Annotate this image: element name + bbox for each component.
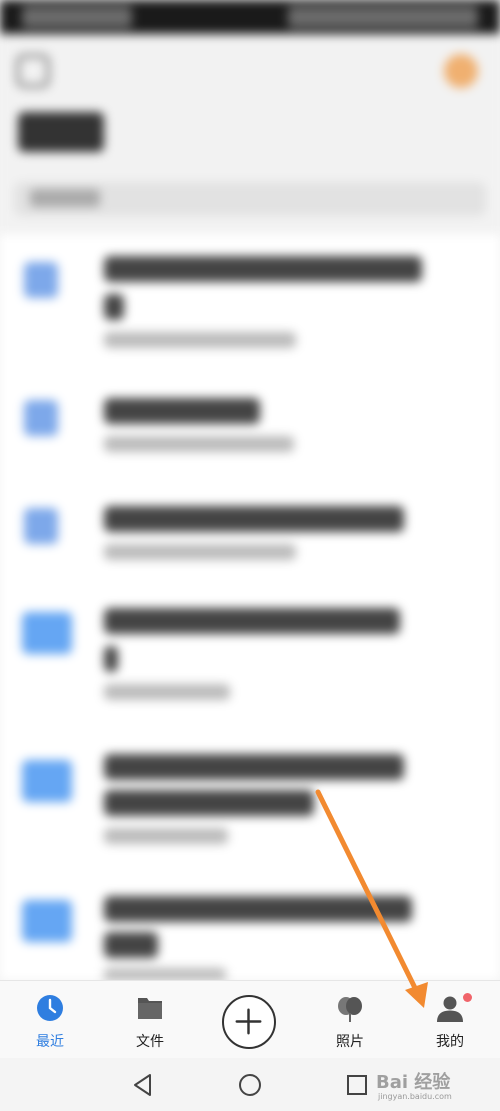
blurred-content <box>0 0 500 980</box>
search-input[interactable] <box>14 182 486 216</box>
status-left <box>22 6 132 28</box>
file-name <box>104 790 314 816</box>
file-name <box>104 294 124 320</box>
add-button[interactable] <box>222 995 276 1049</box>
tab-photos-label: 照片 <box>336 1034 364 1050</box>
tab-files-label: 文件 <box>136 1034 164 1050</box>
tab-mine[interactable]: 我的 <box>410 993 490 1051</box>
list-item[interactable] <box>0 594 500 724</box>
clock-icon <box>37 995 63 1021</box>
back-icon[interactable] <box>128 1070 158 1100</box>
file-meta <box>104 828 228 844</box>
list-item[interactable] <box>0 492 500 592</box>
file-icon <box>24 400 58 436</box>
file-meta <box>104 968 226 980</box>
tab-recent[interactable]: 最近 <box>10 993 90 1051</box>
tab-files[interactable]: 文件 <box>110 993 190 1051</box>
file-name <box>104 896 412 922</box>
file-name <box>104 506 404 532</box>
person-icon <box>437 996 463 1022</box>
tab-recent-label: 最近 <box>36 1034 64 1050</box>
file-meta <box>104 436 294 452</box>
plus-circle-icon <box>235 1008 262 1035</box>
file-name <box>104 932 158 958</box>
tab-mine-label: 我的 <box>436 1034 464 1050</box>
status-bar <box>0 0 500 34</box>
avatar[interactable] <box>444 54 478 88</box>
photos-icon <box>338 997 362 1022</box>
file-icon <box>24 262 58 298</box>
status-right <box>288 6 478 28</box>
recent-file-list <box>0 234 500 980</box>
bottom-nav: 最近 文件 照片 我的 <box>0 980 500 1059</box>
list-item[interactable] <box>0 740 500 870</box>
file-name <box>104 646 118 672</box>
file-name <box>104 754 404 780</box>
file-name <box>104 608 400 634</box>
folder-icon <box>22 760 72 802</box>
search-placeholder <box>30 189 100 207</box>
folder-icon <box>22 900 72 942</box>
notification-badge <box>463 993 472 1002</box>
file-meta <box>104 684 230 700</box>
watermark-logo: Bai 经验 <box>376 1072 451 1093</box>
page-title <box>18 112 104 161</box>
list-item[interactable] <box>0 884 500 980</box>
menu-icon[interactable] <box>16 54 50 88</box>
file-name <box>104 256 422 282</box>
file-meta <box>104 332 296 348</box>
watermark: Bai 经验 jingyan.baidu.com <box>372 1066 492 1106</box>
watermark-url: jingyan.baidu.com <box>378 1092 452 1101</box>
header <box>0 34 500 234</box>
file-name <box>104 398 260 424</box>
folder-icon <box>138 998 162 1019</box>
tab-photos[interactable]: 照片 <box>310 993 390 1051</box>
home-icon[interactable] <box>235 1070 265 1100</box>
recents-icon[interactable] <box>342 1070 372 1100</box>
list-item[interactable] <box>0 234 500 370</box>
list-item[interactable] <box>0 384 500 484</box>
file-meta <box>104 544 296 560</box>
file-icon <box>24 508 58 544</box>
screen: 最近 文件 照片 我的 Bai 经验 jingyan.baidu.com <box>0 0 500 1111</box>
folder-icon <box>22 612 72 654</box>
